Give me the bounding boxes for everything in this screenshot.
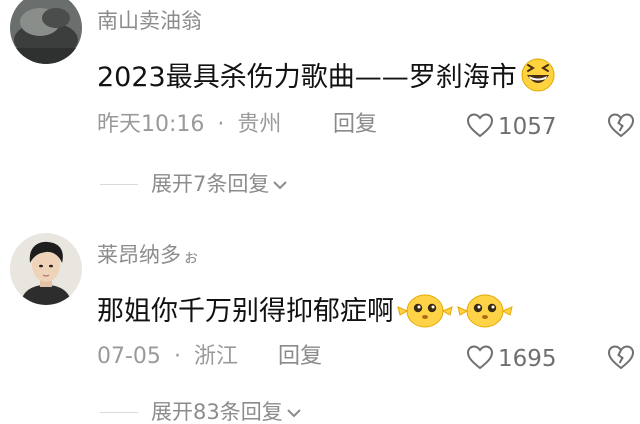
like-button[interactable]: 1695 [466, 344, 557, 375]
username-suffix: ぉ [183, 247, 200, 266]
reply-button[interactable]: 回复 [278, 346, 322, 368]
location: 浙江 [193, 344, 238, 369]
dislike-button[interactable] [606, 344, 636, 374]
comment-text-label: 那姐你千万别得抑郁症啊 [97, 296, 394, 327]
meta-separator: · [173, 344, 181, 369]
comment-meta: 07-05 · 浙江 [97, 346, 238, 368]
comment-text: 那姐你千万别得抑郁症啊 [97, 289, 514, 334]
divider [100, 412, 138, 413]
timestamp: 07-05 [97, 344, 161, 369]
heart-outline-icon [466, 344, 498, 375]
broken-heart-icon [606, 345, 636, 374]
avatar[interactable] [10, 233, 82, 305]
username-label: 莱昂纳多 [97, 243, 181, 267]
like-count: 1695 [498, 346, 557, 372]
comment-item: 莱昂纳多ぉ 那姐你千万别得抑郁症啊 07-05 · 浙江 回复 1695 展开8… [0, 0, 640, 423]
pleading-chick-icon [396, 289, 454, 334]
pleading-chick-icon [456, 289, 514, 334]
username[interactable]: 莱昂纳多ぉ [97, 245, 199, 266]
